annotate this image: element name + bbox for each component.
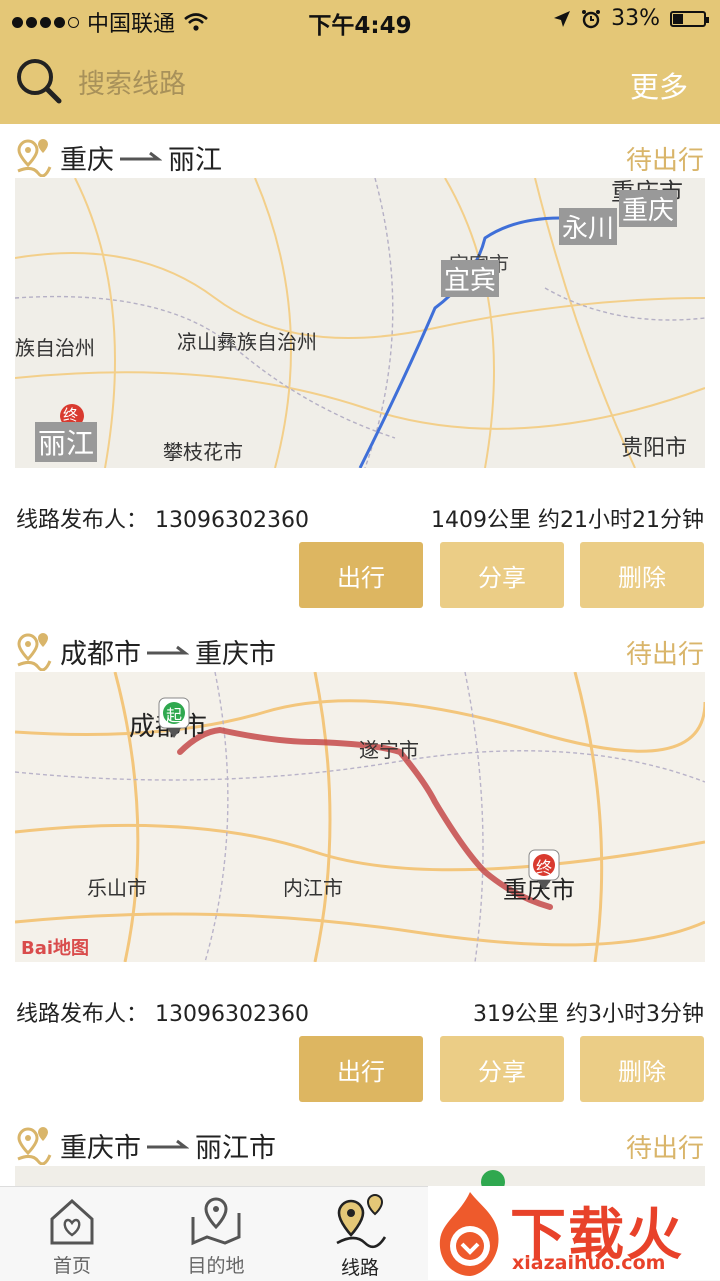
home-icon: [50, 1198, 94, 1245]
delete-button[interactable]: 删除: [580, 542, 704, 608]
map-label: 丽江: [35, 422, 98, 462]
end-marker-label: 终: [536, 858, 553, 877]
route-summary: 1409公里 约21小时21分钟: [431, 508, 704, 533]
map-label: 凉山彝族自治州: [177, 330, 317, 354]
route-map[interactable]: 成都市 起 遂宁市 乐山市 内江市 重庆市 终 Bai地图: [15, 672, 705, 962]
tab-destination[interactable]: 目的地: [166, 1187, 266, 1281]
alarm-icon: [582, 9, 601, 28]
route-origin: 成都市: [60, 638, 141, 670]
map-pin-icon: [191, 1197, 241, 1246]
tab-routes[interactable]: 线路: [310, 1187, 410, 1281]
map-label: 贵阳市: [621, 436, 688, 461]
map-label: 族自治州: [15, 336, 95, 360]
share-button[interactable]: 分享: [440, 542, 564, 608]
route-destination: 丽江市: [195, 1132, 276, 1164]
route-pin-icon: [17, 633, 52, 671]
share-button[interactable]: 分享: [440, 1036, 564, 1102]
search-bar[interactable]: 搜索线路: [14, 56, 186, 106]
route-arrow-icon: [147, 645, 189, 655]
delete-button[interactable]: 删除: [580, 1036, 704, 1102]
route-pin-icon: [17, 139, 52, 177]
route-icon: [336, 1193, 387, 1249]
publisher-label: 线路发布人：: [16, 508, 149, 533]
route-pin-icon: [17, 1127, 52, 1165]
map-label: 遂宁市: [359, 738, 419, 762]
tab-label: 目的地: [187, 1255, 245, 1277]
more-button[interactable]: 更多: [630, 64, 688, 106]
route-origin: 重庆: [60, 144, 114, 176]
route-summary: 319公里 约3小时3分钟: [473, 1002, 704, 1027]
route-title-row[interactable]: 重庆市 丽江市: [14, 1120, 706, 1170]
flame-logo-icon: [439, 1192, 499, 1276]
route-title-row[interactable]: 成都市 重庆市: [14, 626, 706, 676]
tab-label: 线路: [340, 1257, 379, 1279]
top-bar: 搜索线路 更多: [0, 40, 720, 124]
map-label: 重庆: [619, 190, 678, 227]
route-status: 待出行: [625, 640, 704, 670]
publisher-phone: 13096302360: [155, 1002, 309, 1027]
tab-home[interactable]: 首页: [22, 1187, 122, 1281]
map-label: 乐山市: [87, 876, 147, 900]
publisher-label: 线路发布人：: [16, 1002, 149, 1027]
route-status: 待出行: [625, 146, 704, 176]
location-arrow-icon: [554, 10, 571, 27]
route-arrow-icon: [120, 151, 162, 161]
route-origin: 重庆市: [60, 1132, 141, 1164]
route-status: 待出行: [625, 1134, 704, 1164]
route-map[interactable]: 重庆市 重庆 永川 宜宾市 宜宾 族自治州 凉山彝族自治州 终 丽江 攀枝花市 …: [15, 178, 705, 468]
route-info: 线路发布人： 13096302360 319公里 约3小时3分钟: [16, 996, 704, 1028]
watermark-logo: 下载火 xiazaihuo.com: [428, 1186, 720, 1280]
route-title-row[interactable]: 重庆 丽江: [14, 132, 706, 182]
route-info: 线路发布人： 13096302360 1409公里 约21小时21分钟: [16, 502, 704, 534]
search-input[interactable]: 搜索线路: [78, 62, 186, 101]
map-label: 永川: [559, 208, 618, 245]
tab-label: 首页: [52, 1255, 91, 1277]
map-label: 内江市: [283, 876, 343, 900]
map-label: 攀枝花市: [163, 440, 243, 464]
status-bar: 中国联通 下午4:49 33%: [0, 0, 720, 40]
map-logo: Bai地图: [21, 938, 90, 959]
route-map[interactable]: [15, 1166, 705, 1186]
route-destination: 丽江: [168, 144, 222, 176]
battery-icon: [670, 10, 709, 27]
go-button[interactable]: 出行: [299, 1036, 423, 1102]
route-arrow-icon: [147, 1139, 189, 1149]
watermark-url: xiazaihuo.com: [512, 1252, 666, 1274]
search-icon: [17, 59, 62, 104]
go-button[interactable]: 出行: [299, 542, 423, 608]
map-label: 宜宾: [441, 260, 500, 297]
start-marker-label: 起: [166, 706, 183, 725]
route-destination: 重庆市: [195, 638, 276, 670]
publisher-phone: 13096302360: [155, 508, 309, 533]
battery-percent: 33%: [611, 6, 660, 31]
